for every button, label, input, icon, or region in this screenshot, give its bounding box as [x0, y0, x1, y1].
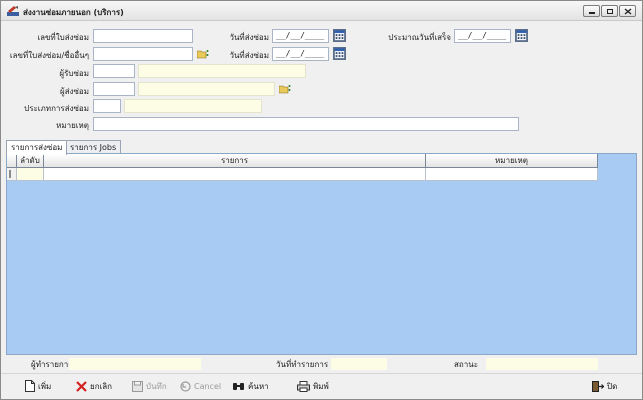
- search-button[interactable]: ค้นหา: [232, 379, 269, 393]
- close-button[interactable]: [619, 5, 636, 17]
- main-window: ส่งงานซ่อมภายนอก (บริการ) เลขที่ใบส่งซ่อ…: [0, 0, 643, 400]
- column-header-remark[interactable]: หมายเหตุ: [426, 154, 598, 168]
- tools-icon: [7, 6, 19, 16]
- restore-button[interactable]: [601, 5, 618, 17]
- printer-icon: [297, 380, 310, 392]
- save-button[interactable]: บันทึก: [132, 379, 167, 393]
- est-finish-input[interactable]: __/__/____: [454, 29, 511, 43]
- tab-repair-items[interactable]: รายการส่งซ่อม: [6, 140, 68, 155]
- restore-icon: [606, 8, 613, 14]
- window-title: ส่งงานซ่อมภายนอก (บริการ): [23, 8, 124, 17]
- send-date-label: วันที่ส่งซ่อม: [229, 33, 269, 42]
- cell-seq[interactable]: [17, 168, 44, 181]
- grid-header: ลำดับ รายการ หมายเหตุ: [7, 154, 598, 168]
- grid-corner: [7, 154, 17, 168]
- cancel-button-label: Cancel: [194, 381, 222, 391]
- column-header-seq[interactable]: ลำดับ: [17, 154, 44, 168]
- add-button-label: เพิ่ม: [38, 381, 52, 391]
- calendar-icon[interactable]: [333, 29, 346, 42]
- remark-label: หมายเหตุ: [56, 121, 89, 130]
- minimize-icon: [588, 12, 595, 14]
- new-document-icon: [25, 380, 35, 392]
- table-row[interactable]: [7, 168, 598, 181]
- creator-field: [69, 358, 201, 370]
- close-icon: [624, 7, 631, 15]
- cell-item[interactable]: [44, 168, 426, 181]
- repair-type-code-input[interactable]: [93, 99, 121, 113]
- cell-remark[interactable]: [426, 168, 598, 181]
- state-field: [486, 358, 598, 370]
- undo-icon: [180, 380, 191, 392]
- items-grid[interactable]: ลำดับ รายการ หมายเหตุ: [6, 153, 637, 355]
- lookup-icon[interactable]: [197, 48, 209, 60]
- close-form-label: ปิด: [607, 381, 618, 391]
- send-date2-label: วันที่ส่งซ่อม: [229, 51, 269, 60]
- save-button-label: บันทึก: [146, 381, 167, 391]
- print-button-label: พิมพ์: [313, 381, 329, 391]
- search-button-label: ค้นหา: [248, 381, 269, 391]
- receiver-name-field: [138, 64, 306, 78]
- remark-input[interactable]: [93, 117, 519, 131]
- print-button[interactable]: พิมพ์: [297, 379, 329, 393]
- delete-icon: [76, 380, 87, 392]
- cancel-document-button[interactable]: ยกเลิก: [76, 379, 112, 393]
- title-bar[interactable]: ส่งงานซ่อมภายนอก (บริการ): [1, 1, 642, 21]
- repair-type-label: ประเภทการส่งซ่อม: [24, 104, 89, 113]
- repair-no-label: เลขที่ใบส่งซ่อม: [37, 33, 89, 42]
- send-date2-input[interactable]: __/__/____: [272, 47, 329, 61]
- row-indicator[interactable]: [7, 168, 17, 181]
- tab-jobs[interactable]: รายการ Jobs: [65, 140, 122, 154]
- lookup-icon[interactable]: [279, 83, 291, 95]
- calendar-icon[interactable]: [515, 29, 528, 42]
- est-finish-label: ประมาณวันที่เสร็จ: [388, 33, 451, 42]
- send-date-input[interactable]: __/__/____: [272, 29, 329, 43]
- minimize-button[interactable]: [583, 5, 600, 17]
- bottom-toolbar: เพิ่ม ยกเลิก บันทึก Cancel ค้นหา พิมพ์ ป…: [1, 373, 642, 399]
- calendar-icon[interactable]: [333, 47, 346, 60]
- state-label: สถานะ: [454, 360, 478, 369]
- cancel-button[interactable]: Cancel: [180, 379, 221, 393]
- sender-code-input[interactable]: [93, 82, 135, 96]
- created-date-field: [331, 358, 387, 370]
- save-icon: [132, 380, 143, 392]
- repair-type-name-field: [124, 99, 262, 113]
- row-cursor-icon: [9, 170, 11, 178]
- close-form-button[interactable]: ปิด: [592, 379, 617, 393]
- repair-ref-input[interactable]: [93, 47, 193, 61]
- repair-no-input[interactable]: [93, 29, 193, 43]
- receiver-code-input[interactable]: [93, 64, 135, 78]
- receiver-label: ผู้รับซ่อม: [59, 69, 89, 78]
- creator-label: ผู้ทำรายการ: [31, 360, 73, 369]
- sender-name-field: [138, 82, 275, 96]
- column-header-item[interactable]: รายการ: [44, 154, 426, 168]
- created-date-label: วันที่ทำรายการ: [276, 360, 329, 369]
- cancel-document-label: ยกเลิก: [90, 381, 113, 391]
- exit-door-icon: [592, 380, 604, 392]
- add-button[interactable]: เพิ่ม: [25, 379, 51, 393]
- binoculars-icon: [233, 382, 244, 390]
- repair-ref-label: เลขที่ใบส่งซ่อม/ชื่ออื่นๆ: [9, 51, 89, 60]
- sender-label: ผู้ส่งซ่อม: [60, 87, 89, 96]
